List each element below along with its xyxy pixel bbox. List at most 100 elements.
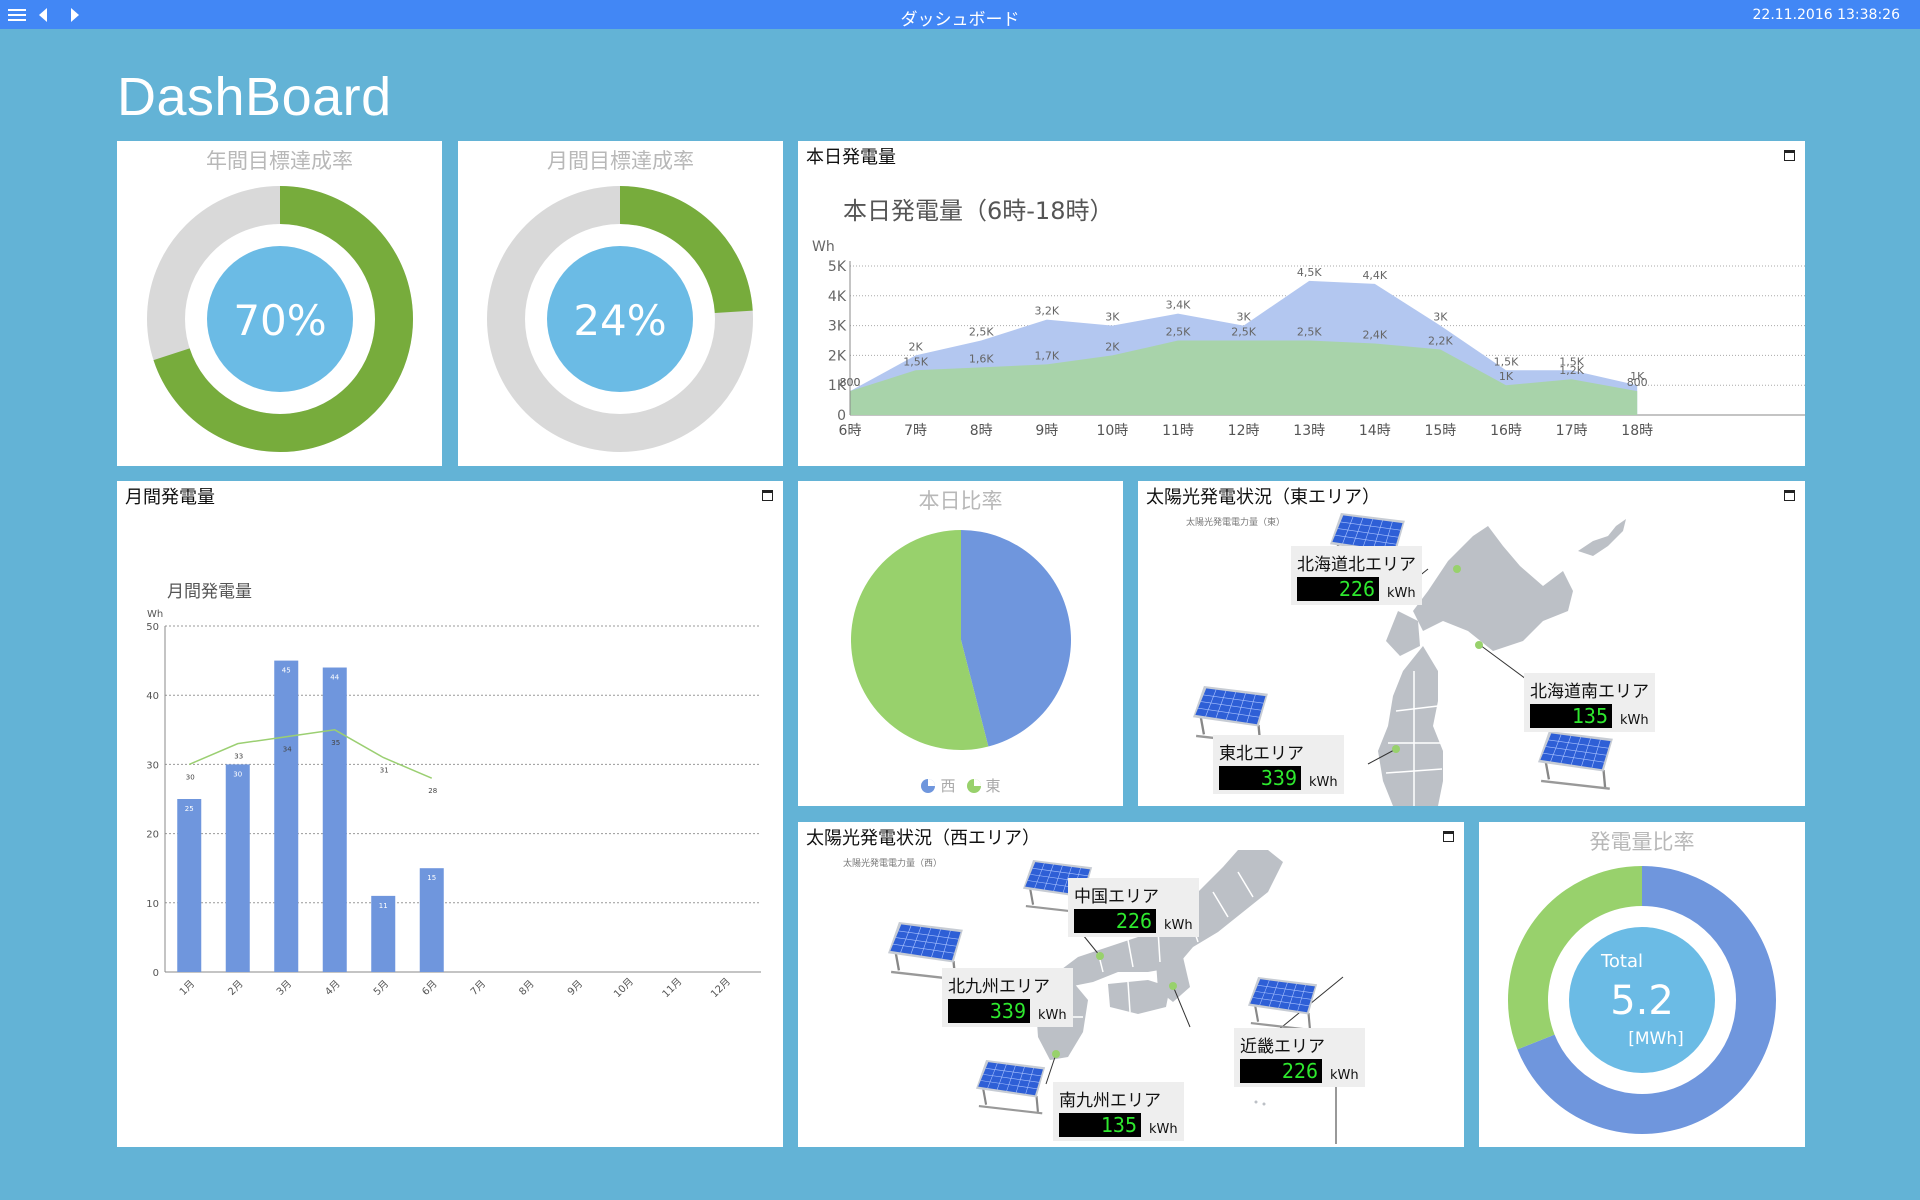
solar-panel-image [976,1060,1046,1115]
bar[interactable] [419,868,444,972]
area-name: 北海道南エリア [1530,682,1649,702]
solar-panel-image [1538,731,1613,790]
data-label: 2,2K [1428,334,1453,347]
y-axis-unit: Wh [812,239,835,255]
total-value: 5.2 [1610,978,1674,1024]
data-label: 1,6K [969,352,994,365]
y-tick-label: 4K [828,289,847,305]
area-value: 226 [1297,577,1379,601]
solar-panel-image [1248,977,1318,1032]
annual-target-gauge: 70% [147,186,413,452]
x-tick-label: 12月 [708,976,733,1001]
y-tick-label: 20 [146,830,159,841]
x-tick-label: 10月 [611,976,636,1001]
x-tick-label: 11時 [1162,423,1194,439]
bar[interactable] [225,764,250,972]
data-label: 2,5K [969,326,994,339]
area-card-tohoku[interactable]: 東北エリア 339 kWh [1213,735,1344,794]
monthly-generation-panel: 月間発電量 月間発電量 Wh 0 10 20 30 40 50 25 30 45 44 11 15 30… [117,481,783,1147]
window-title: ダッシュボード [900,10,1020,30]
area-unit: kWh [1164,918,1193,933]
x-tick-label: 10時 [1096,423,1128,439]
x-tick-label: 16時 [1490,423,1522,439]
area-name: 中国エリア [1074,887,1159,907]
area-card-kitakyushu[interactable]: 北九州エリア 339 kWh [942,968,1073,1027]
area-value: 226 [1074,909,1156,933]
total-label: Total [1600,951,1643,972]
leader-line [1479,644,1527,680]
area-unit: kWh [1330,1068,1359,1083]
area-unit: kWh [1149,1122,1178,1137]
y-tick-label: 10 [146,899,159,910]
x-tick-label: 18時 [1621,423,1653,439]
area-unit: kWh [1038,1008,1067,1023]
area-name: 北海道北エリア [1297,555,1416,575]
area-card-hokkaido-south[interactable]: 北海道南エリア 135 kWh [1524,673,1655,732]
x-tick-label: 1月 [177,978,197,998]
x-tick-label: 2月 [226,978,246,998]
bar[interactable] [322,667,347,972]
area-unit: kWh [1387,586,1416,601]
bar[interactable] [177,799,202,972]
x-tick-label: 9時 [1035,423,1058,439]
bar[interactable] [274,660,299,972]
kinki-marker[interactable] [1169,982,1177,990]
bar-label: 30 [233,770,242,778]
y-tick-label: 40 [146,691,159,702]
data-label: 3K [1105,311,1120,324]
y-tick-label: 2K [828,348,847,364]
data-label: 2,5K [1297,326,1322,339]
area-card-chugoku[interactable]: 中国エリア 226 kWh [1068,878,1199,937]
generation-ratio-panel: 発電量比率 Total 5.2 [MWh] [1479,822,1805,1147]
gauge-value: 70% [233,296,326,345]
today-generation-panel: 本日発電量 本日発電量（6時-18時） Wh 0 1K 2K 3K 4K 5K 800 2K 2… [798,141,1805,466]
data-label: 1,2K [1559,364,1584,377]
bar-label: 45 [282,667,291,675]
data-label: 3,2K [1034,305,1059,318]
data-label: 1,5K [903,355,928,368]
area-card-hokkaido-north[interactable]: 北海道北エリア 226 kWh [1291,546,1422,605]
x-tick-label: 12時 [1228,423,1260,439]
line-label: 30 [186,773,195,781]
east-legend-icon [966,778,981,793]
bar-label: 15 [427,874,436,882]
y-tick-label: 5K [828,259,847,275]
line-label: 31 [380,766,389,774]
x-tick-label: 15時 [1424,423,1456,439]
total-unit: [MWh] [1628,1029,1684,1049]
hokkaido-south-shape [1386,611,1420,656]
x-tick-label: 8時 [970,423,993,439]
data-label: 1K [1499,370,1514,383]
area-value: 226 [1240,1059,1322,1083]
y-tick-label: 3K [828,319,847,335]
tohoku-shape [1378,646,1443,806]
data-label: 2,5K [1231,326,1256,339]
hokkaido-north-marker[interactable] [1453,565,1461,573]
x-tick-label: 11月 [660,976,685,1001]
page-title: DashBoard [117,67,392,127]
area-name: 近畿エリア [1240,1037,1325,1057]
kuril-shape [1578,519,1626,556]
y-tick-label: 0 [153,968,159,979]
island-dot [1262,1102,1266,1106]
chugoku-marker[interactable] [1096,952,1104,960]
hokkaido-south-marker[interactable] [1475,641,1483,649]
data-label: 2,4K [1362,328,1387,341]
generation-ratio-donut: Total 5.2 [MWh] [1508,866,1776,1134]
data-label: 2K [1105,340,1120,353]
minamikyushu-marker[interactable] [1052,1050,1060,1058]
area-name: 南九州エリア [1059,1091,1161,1111]
annual-target-panel: 年間目標達成率 70% [117,141,442,466]
x-tick-label: 7月 [468,978,488,998]
x-tick-label: 4月 [323,978,343,998]
tohoku-marker[interactable] [1392,745,1400,753]
gauge-value: 24% [573,296,666,345]
area-card-minamikyushu[interactable]: 南九州エリア 135 kWh [1053,1082,1184,1141]
line-label: 34 [283,746,292,754]
area-value: 135 [1530,704,1612,728]
area-card-kinki[interactable]: 近畿エリア 226 kWh [1234,1028,1365,1087]
area-name: 北九州エリア [948,977,1050,997]
today-generation-chart: Wh 0 1K 2K 3K 4K 5K 800 2K 2,5K 3,2K 3K 3,4K 3K 4,5K 4… [812,239,1805,439]
data-label: 1,7K [1034,349,1059,362]
bar-label: 44 [330,674,339,682]
